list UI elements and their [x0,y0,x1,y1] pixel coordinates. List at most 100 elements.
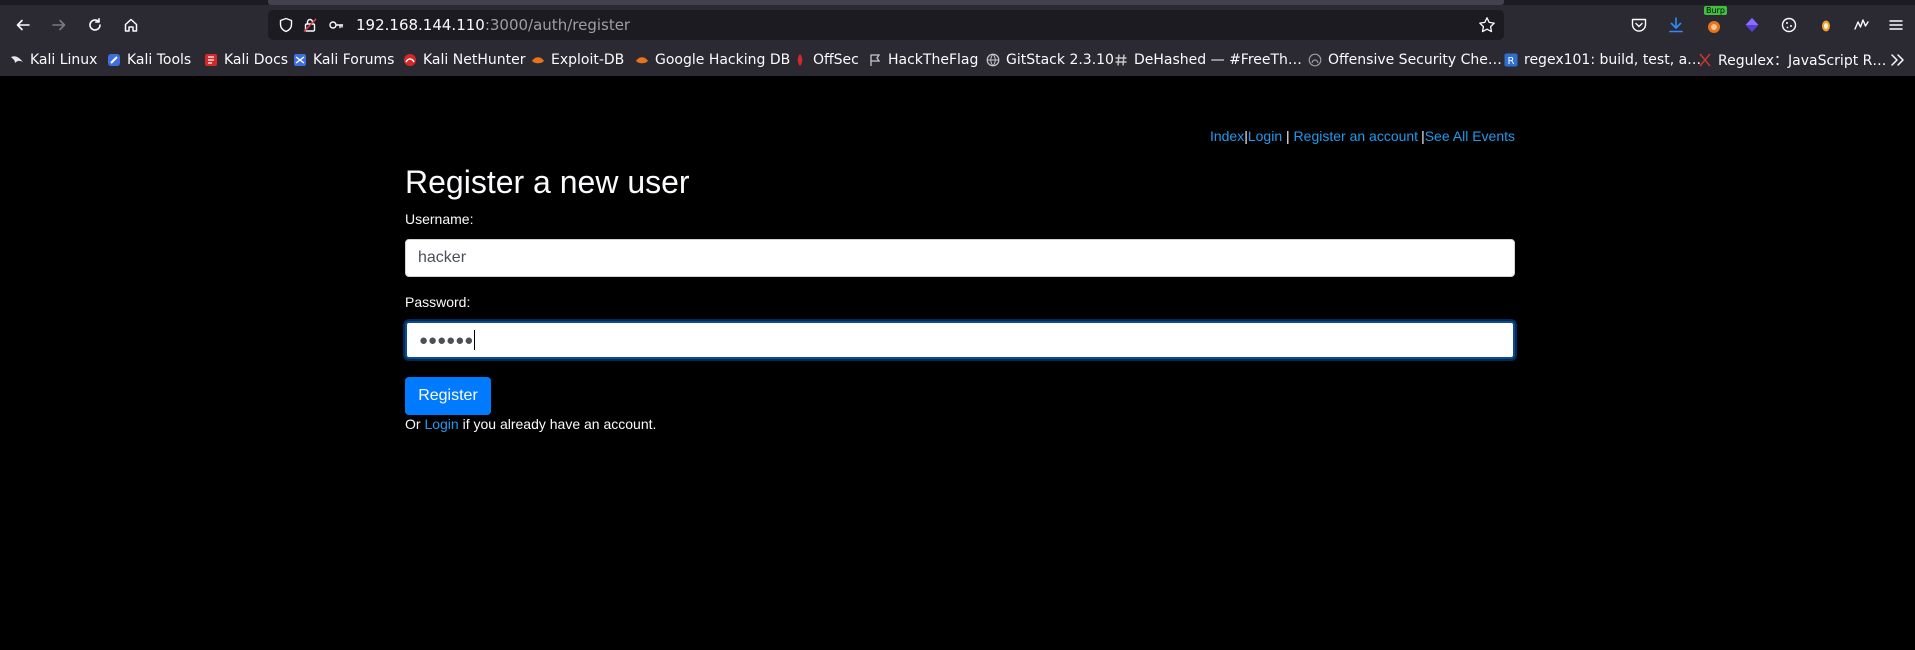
url-host: 192.168.144.110 [356,16,485,34]
bookmark-label: regex101: build, test, a… [1524,52,1702,68]
hash-icon [1115,54,1127,66]
flag-icon [870,54,881,66]
nav-link-see-all-events[interactable]: See All Events [1425,128,1515,144]
bookmarks-overflow-chevron-icon[interactable] [1887,50,1907,70]
offsec-icon [797,54,803,66]
proxy-drop-icon [1822,20,1830,32]
bookmark-kali-docs[interactable]: Kali Docs [204,49,288,71]
login-hint-prefix: Or [405,416,425,432]
shield-icon[interactable] [278,17,294,33]
bookmark-label: OffSec [813,52,859,68]
globe-icon [986,53,1000,67]
offsec-cheat-icon [1308,53,1322,67]
password-input[interactable]: ●●●●●● [405,321,1515,359]
bookmark-kali-nethunter[interactable]: Kali NetHunter [403,49,525,71]
cookie-icon [1781,17,1797,33]
kali-dragon-icon [11,56,23,63]
bookmark-label: Kali Forums [313,52,395,68]
nethunter-icon [404,54,416,66]
insecure-lock-icon[interactable] [302,17,318,33]
login-hint-suffix: if you already have an account. [458,416,657,432]
login-hint: Or Login if you already have an account. [405,416,656,432]
bookmark-regex101[interactable]: Rregex101: build, test, a… [1504,49,1701,71]
bookmark-label: Regulex：JavaScript R… [1718,53,1887,69]
burp-icon [1708,21,1720,33]
back-arrow-icon [16,19,30,31]
bookmark-label: Kali Docs [224,52,289,68]
bookmark-label: Exploit-DB [551,52,625,68]
bookmark-dehashed[interactable]: DeHashed — #FreeTh… [1114,49,1302,71]
bookmarks-toolbar: Kali Linux Kali Tools Kali Docs Kali For… [0,45,1915,76]
bookmark-label: DeHashed — #FreeTh… [1134,52,1302,68]
svg-text:R: R [1508,56,1515,67]
bookmark-label: Kali NetHunter [423,52,526,68]
bookmark-gitstack[interactable]: GitStack 2.3.10 [986,49,1114,71]
reload-icon [89,18,101,31]
purple-cube-icon [1745,18,1759,32]
password-value: ●●●●●● [419,331,474,349]
kali-forums-icon [294,54,306,66]
nav-link-register[interactable]: Register an account [1294,128,1419,144]
bookmark-label: HackTheFlag [888,52,979,68]
bookmark-exploit-db[interactable]: Exploit-DB [531,49,624,71]
downloads-button[interactable] [1662,11,1690,39]
download-arrow-icon [1669,17,1683,33]
bookmark-label: Kali Tools [127,52,192,68]
bookmark-google-hacking-db[interactable]: Google Hacking DB [635,49,790,71]
extension-glyph-icon [1854,19,1869,30]
bookmark-kali-tools[interactable]: Kali Tools [107,49,191,71]
bookmark-label: Kali Linux [30,52,98,68]
cookie-extension-button[interactable] [1775,11,1803,39]
key-icon[interactable] [328,17,344,33]
browser-chrome: 192.168.144.110:3000/auth/register Burp [0,0,1915,76]
bookmark-label: GitStack 2.3.10 [1006,52,1114,68]
kali-tools-icon [108,54,120,66]
exploit-db-icon [532,57,544,64]
app-menu-button[interactable] [1882,11,1910,39]
back-button[interactable] [9,11,37,39]
top-nav-links: Index|Login | Register an account |See Al… [1100,128,1515,144]
extension-cube-button[interactable] [1738,11,1766,39]
username-value: hacker [418,249,467,266]
bookmark-kali-forums[interactable]: Kali Forums [293,49,394,71]
ghdb-icon [636,57,648,64]
login-link[interactable]: Login [424,416,458,432]
bookmark-kali-linux[interactable]: Kali Linux [10,49,97,71]
regex101-icon: R [1504,53,1518,67]
register-button[interactable]: Register [405,377,491,415]
text-caret [474,330,476,350]
home-icon [124,18,138,32]
foxyproxy-button[interactable] [1812,11,1840,39]
bookmark-offensive-security-cheatsheet[interactable]: Offensive Security Che… [1308,49,1502,71]
forward-button[interactable] [45,11,73,39]
bookmark-regulex[interactable]: Regulex：JavaScript R… [1698,49,1886,71]
pocket-button[interactable] [1625,11,1653,39]
kali-docs-icon [205,54,217,66]
url-path: :3000/auth/register [484,16,631,34]
nav-link-login[interactable]: Login [1248,128,1282,144]
page-content: Index|Login | Register an account |See Al… [0,76,1915,650]
regulex-icon [1699,53,1711,67]
bookmark-label: Offensive Security Che… [1328,52,1502,68]
burp-badge: Burp [1704,6,1727,15]
nav-link-index[interactable]: Index [1210,128,1244,144]
reload-button[interactable] [81,11,109,39]
pocket-icon [1631,18,1647,32]
username-input[interactable]: hacker [405,239,1515,277]
wappalyzer-button[interactable] [1848,11,1876,39]
bookmark-offsec[interactable]: OffSec [793,49,859,71]
forward-arrow-icon [52,19,66,31]
nav-separator: | [1282,128,1294,144]
bookmark-star-icon[interactable] [1478,16,1496,34]
url-text[interactable]: 192.168.144.110:3000/auth/register [356,16,630,34]
page-title: Register a new user [405,164,690,200]
bookmark-hacktheflag[interactable]: HackTheFlag [868,49,978,71]
address-bar[interactable]: 192.168.144.110:3000/auth/register [268,10,1504,40]
home-button[interactable] [117,11,145,39]
burp-extension-button[interactable]: Burp [1700,6,1728,39]
bookmark-label: Google Hacking DB [655,52,791,68]
navigation-bar: 192.168.144.110:3000/auth/register Burp [0,5,1915,45]
password-label: Password: [405,294,471,310]
hamburger-menu-icon [1889,20,1903,30]
username-label: Username: [405,211,474,227]
